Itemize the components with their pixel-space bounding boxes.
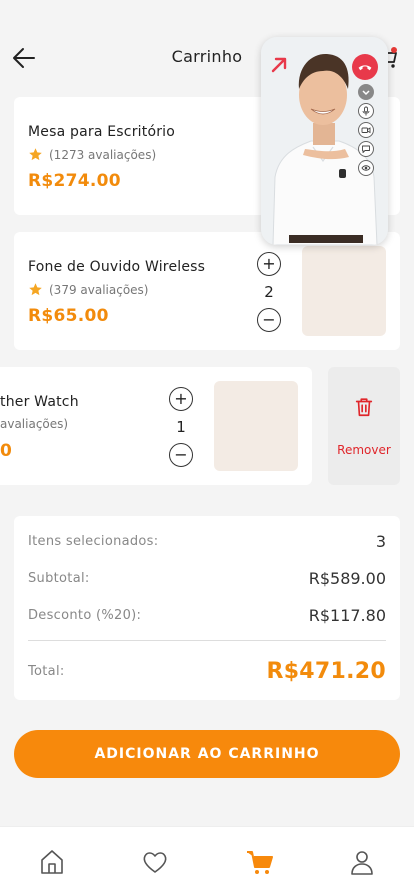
phone-hangup-icon xyxy=(358,65,372,71)
cart-item[interactable]: Fone de Ouvido Wireless (379 avaliações)… xyxy=(14,232,400,350)
summary-total-label: Total: xyxy=(28,664,65,679)
cart-tab-icon[interactable] xyxy=(245,847,275,877)
product-price: R$65.00 xyxy=(28,306,109,326)
quantity-value: 2 xyxy=(264,283,274,301)
notification-dot xyxy=(391,47,397,53)
trash-icon xyxy=(355,398,373,417)
chevron-down-icon xyxy=(362,90,370,96)
add-to-cart-button[interactable]: ADICIONAR AO CARRINHO xyxy=(14,730,400,778)
video-call-overlay[interactable] xyxy=(261,37,388,245)
rating-count: (379 avaliações) xyxy=(49,282,149,297)
increase-quantity-button[interactable]: + xyxy=(169,387,193,411)
remove-button[interactable]: Remover xyxy=(328,367,400,485)
product-rating: avaliações) xyxy=(0,417,68,431)
expand-arrow-icon[interactable] xyxy=(269,55,289,75)
collapse-button[interactable] xyxy=(358,84,374,100)
summary-total-value: R$471.20 xyxy=(266,659,386,684)
product-rating: (379 avaliações) xyxy=(28,282,149,297)
microphone-button[interactable] xyxy=(358,103,374,119)
summary-items-row: Itens selecionados: 3 xyxy=(28,532,386,551)
product-price: 0 xyxy=(0,441,13,461)
summary-subtotal-value: R$589.00 xyxy=(308,569,386,588)
camera-button[interactable] xyxy=(358,122,374,138)
bottom-tab-bar xyxy=(0,826,414,896)
product-price: R$274.00 xyxy=(28,171,121,191)
product-name: Mesa para Escritório xyxy=(28,124,176,140)
profile-icon[interactable] xyxy=(347,847,377,877)
quantity-value: 1 xyxy=(176,418,186,436)
summary-total-row: Total: R$471.20 xyxy=(28,659,386,684)
remove-label: Remover xyxy=(337,443,391,457)
star-icon xyxy=(29,148,42,161)
summary-subtotal-label: Subtotal: xyxy=(28,571,90,586)
summary-discount-row: Desconto (%20): R$117.80 xyxy=(28,606,386,625)
microphone-icon xyxy=(362,106,370,116)
product-name: ther Watch xyxy=(0,394,79,410)
order-summary: Itens selecionados: 3 Subtotal: R$589.00… xyxy=(14,516,400,700)
summary-discount-value: R$117.80 xyxy=(308,606,386,625)
summary-items-label: Itens selecionados: xyxy=(28,534,159,549)
heart-icon[interactable] xyxy=(140,847,170,877)
end-call-button[interactable] xyxy=(352,54,378,80)
product-rating: (1273 avaliações) xyxy=(28,147,156,162)
increase-quantity-button[interactable]: + xyxy=(257,252,281,276)
chat-icon xyxy=(362,145,370,153)
star-icon xyxy=(29,283,42,296)
product-image xyxy=(302,246,386,336)
summary-divider xyxy=(28,640,386,641)
home-icon[interactable] xyxy=(37,847,67,877)
video-camera-icon xyxy=(361,127,371,134)
eye-icon xyxy=(361,165,371,171)
summary-items-value: 3 xyxy=(375,532,386,551)
rating-count: avaliações) xyxy=(0,417,69,431)
decrease-quantity-button[interactable]: − xyxy=(169,443,193,467)
rating-count: (1273 avaliações) xyxy=(49,147,157,162)
screen-share-button[interactable] xyxy=(358,160,374,176)
summary-discount-label: Desconto (%20): xyxy=(28,608,142,623)
product-image xyxy=(214,381,298,471)
product-name: Fone de Ouvido Wireless xyxy=(28,259,206,275)
cart-item-swiped[interactable]: ther Watch avaliações) 0 + 1 − xyxy=(0,367,312,485)
decrease-quantity-button[interactable]: − xyxy=(257,308,281,332)
chat-button[interactable] xyxy=(358,141,374,157)
summary-subtotal-row: Subtotal: R$589.00 xyxy=(28,569,386,588)
